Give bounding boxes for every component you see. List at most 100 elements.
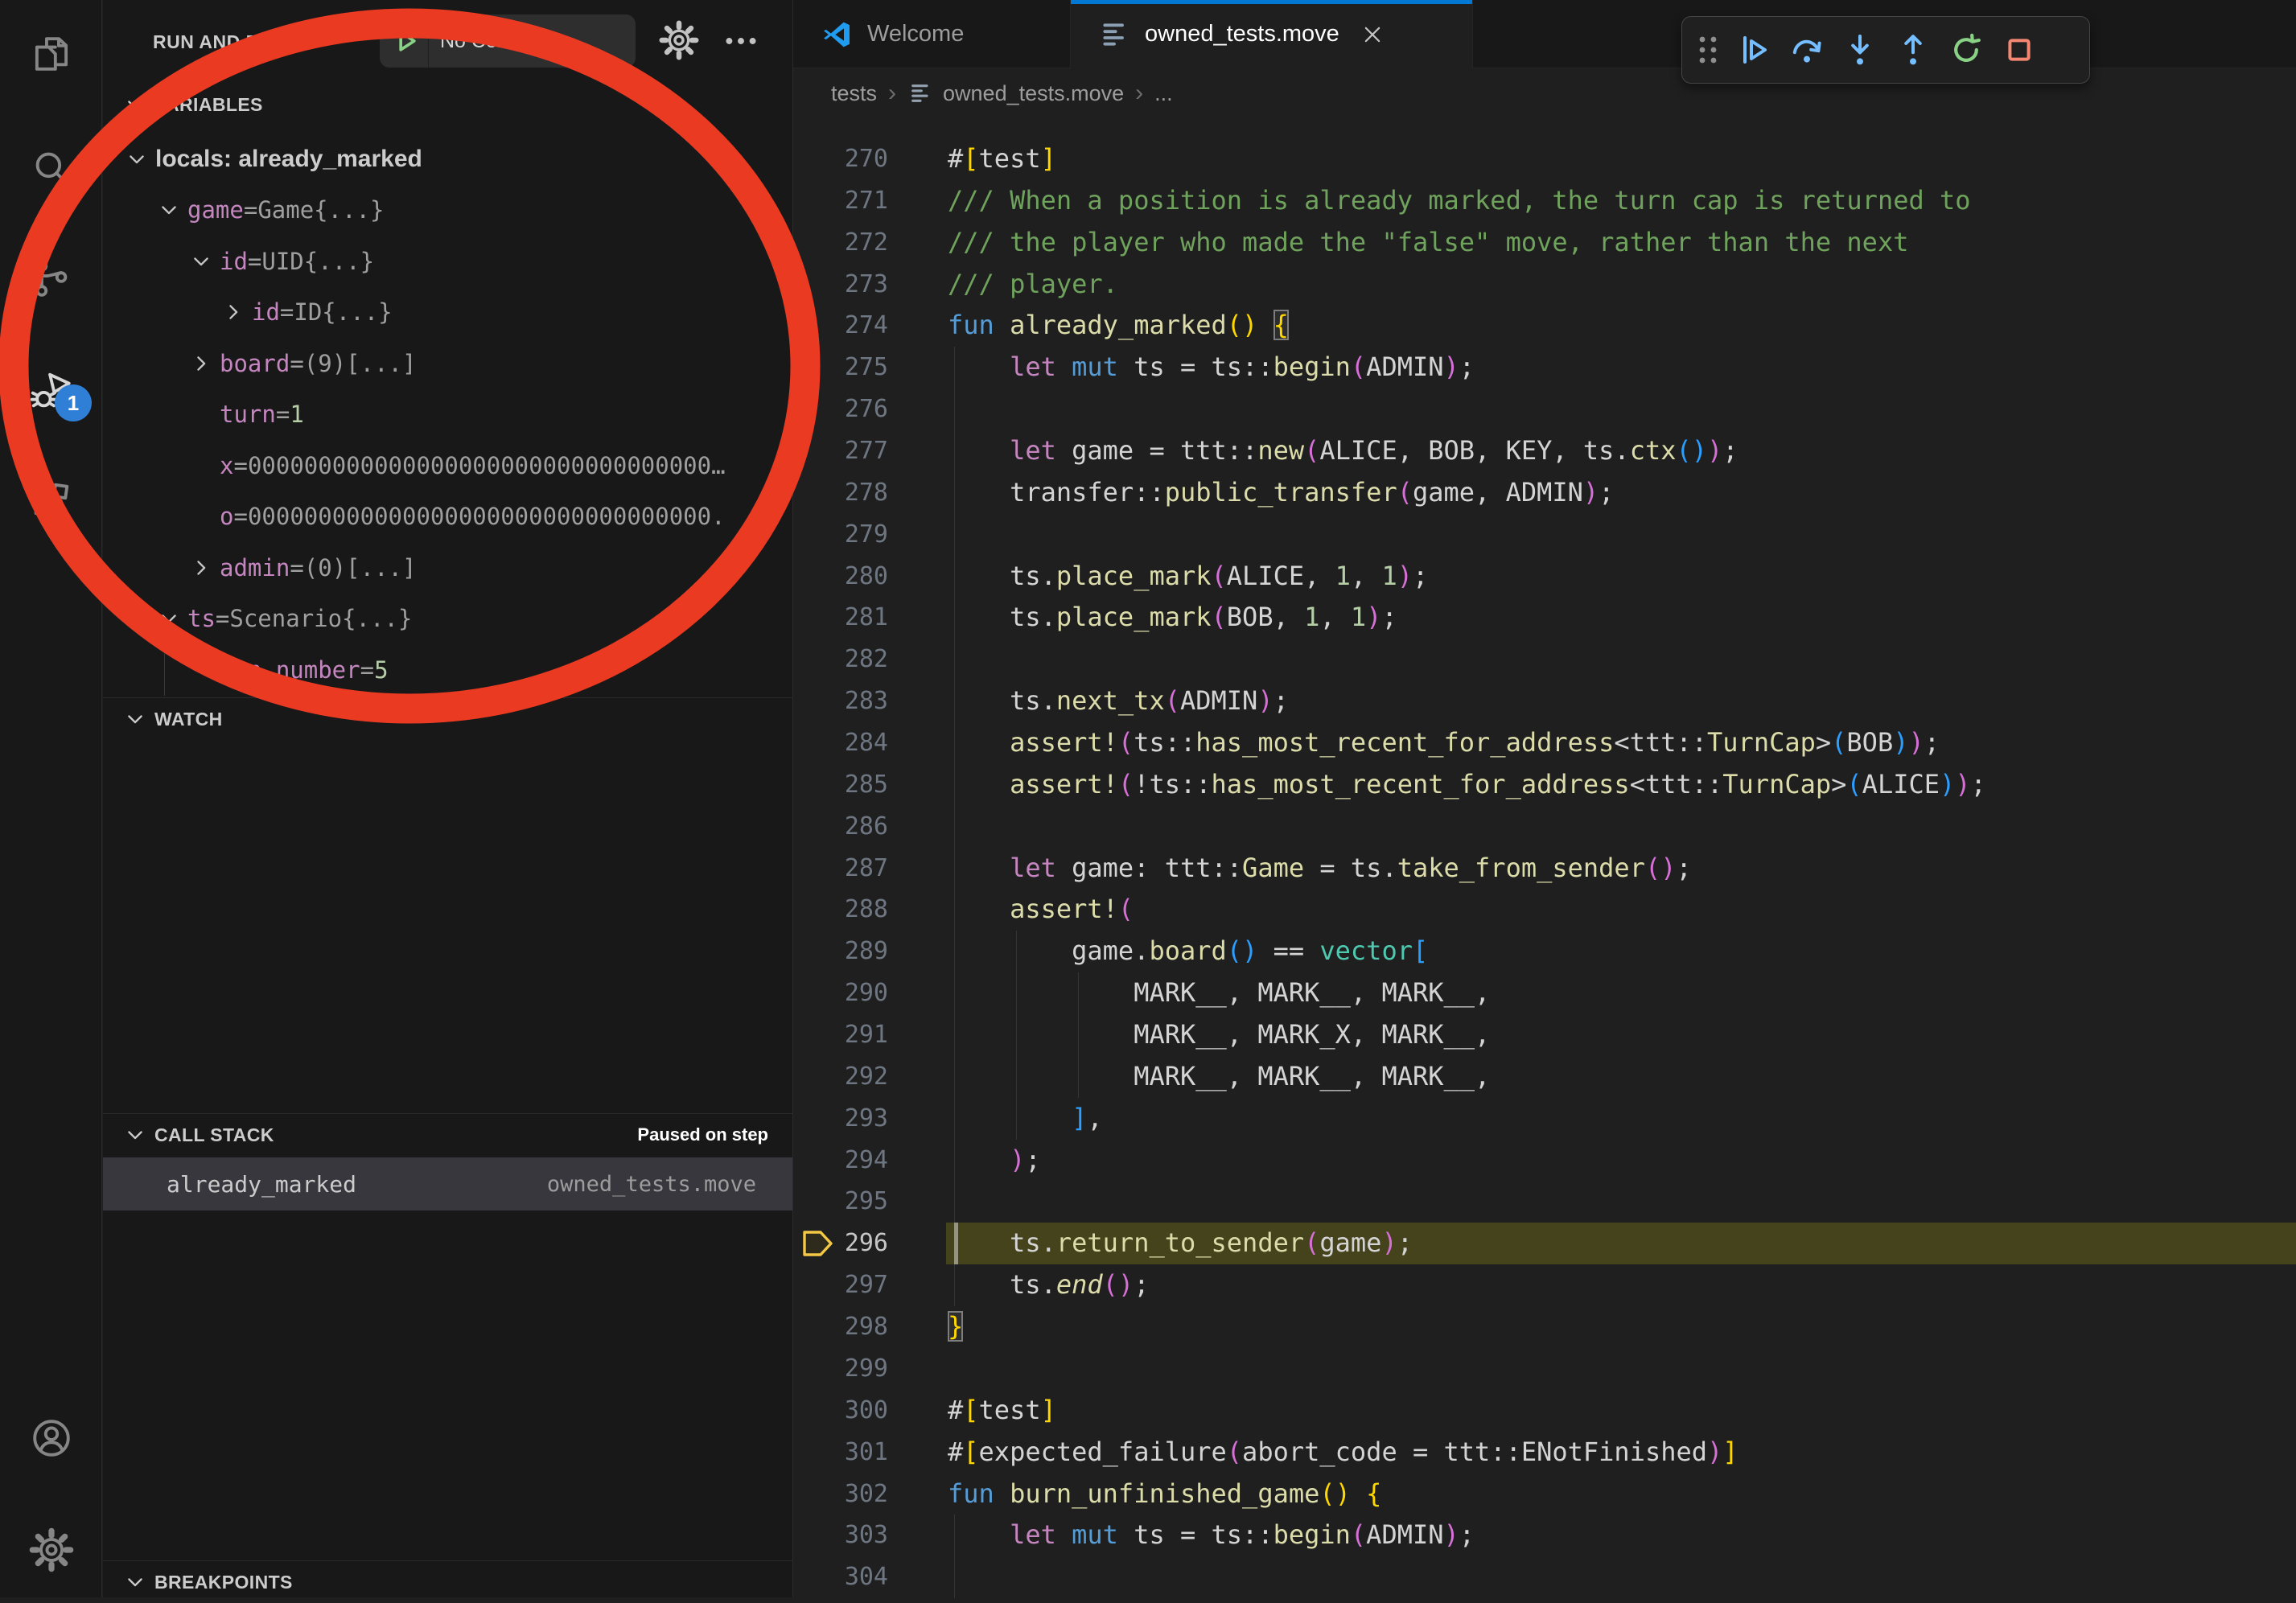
- continue-button[interactable]: [1727, 23, 1780, 77]
- gutter[interactable]: 296: [793, 1223, 914, 1264]
- activity-source-control-icon[interactable]: [0, 240, 102, 317]
- call-stack-section-header[interactable]: CALL STACK Paused on step: [103, 1114, 792, 1156]
- code-text[interactable]: let game: ttt::Game = ts.take_from_sende…: [914, 848, 2296, 890]
- gutter[interactable]: 293: [793, 1098, 914, 1140]
- code-text[interactable]: /// player.: [914, 264, 2296, 306]
- variable-row[interactable]: game = Game{...}: [103, 185, 792, 236]
- tab-owned-tests-move[interactable]: owned_tests.move: [1071, 0, 1473, 68]
- call-stack-frame-row[interactable]: already_marked owned_tests.move: [103, 1157, 792, 1210]
- gutter[interactable]: 288: [793, 889, 914, 931]
- breadcrumb-item[interactable]: ...: [1154, 81, 1173, 106]
- variable-row[interactable]: board = (9)[...]: [103, 338, 792, 389]
- code-text[interactable]: let game = ttt::new(ALICE, BOB, KEY, ts.…: [914, 430, 2296, 472]
- gutter[interactable]: 299: [793, 1348, 914, 1390]
- code-text[interactable]: [914, 639, 2296, 680]
- gutter[interactable]: 281: [793, 597, 914, 639]
- code-text[interactable]: let mut ts = ts::begin(ADMIN);: [914, 347, 2296, 388]
- gutter[interactable]: 275: [793, 347, 914, 388]
- code-text[interactable]: #[test]: [914, 1390, 2296, 1432]
- gutter[interactable]: 270: [793, 138, 914, 180]
- step-out-button[interactable]: [1887, 23, 1940, 77]
- restart-button[interactable]: [1940, 23, 1993, 77]
- code-text[interactable]: MARK__, MARK__, MARK__,: [914, 972, 2296, 1014]
- gutter[interactable]: 298: [793, 1306, 914, 1348]
- gutter[interactable]: 289: [793, 931, 914, 972]
- gutter[interactable]: 279: [793, 514, 914, 556]
- breadcrumb-item[interactable]: tests: [831, 81, 877, 106]
- start-debugging-icon[interactable]: [389, 25, 422, 57]
- code-text[interactable]: [914, 514, 2296, 556]
- activity-run-and-debug-icon[interactable]: 1: [0, 352, 102, 430]
- gutter[interactable]: 273: [793, 264, 914, 306]
- config-dropdown-label[interactable]: No Configur: [440, 30, 547, 53]
- code-text[interactable]: /// When a position is already marked, t…: [914, 180, 2296, 222]
- code-text[interactable]: #[expected_failure(abort_code = ttt::ENo…: [914, 1432, 2296, 1474]
- gutter[interactable]: 284: [793, 722, 914, 764]
- gutter[interactable]: 292: [793, 1056, 914, 1098]
- code-text[interactable]: game.board() == vector[: [914, 931, 2296, 972]
- code-text[interactable]: fun already_marked() {: [914, 305, 2296, 347]
- variable-row[interactable]: o = 000000000000000000000000000000000.: [103, 491, 792, 543]
- variables-section-header[interactable]: VARIABLES: [103, 84, 792, 125]
- breakpoints-section-header[interactable]: BREAKPOINTS: [103, 1561, 792, 1603]
- code-text[interactable]: /// the player who made the "false" move…: [914, 222, 2296, 264]
- gutter[interactable]: 300: [793, 1390, 914, 1432]
- gutter[interactable]: 302: [793, 1474, 914, 1515]
- variable-row[interactable]: turn = 1: [103, 389, 792, 441]
- variable-row[interactable]: admin = (0)[...]: [103, 542, 792, 594]
- code-text[interactable]: [914, 1181, 2296, 1223]
- debug-config-dropdown[interactable]: No Configur: [380, 14, 636, 68]
- gutter[interactable]: 272: [793, 222, 914, 264]
- code-text[interactable]: transfer::public_transfer(game, ADMIN);: [914, 472, 2296, 514]
- code-text[interactable]: ts.place_mark(BOB, 1, 1);: [914, 597, 2296, 639]
- code-text[interactable]: MARK__, MARK_X, MARK__,: [914, 1014, 2296, 1056]
- gutter[interactable]: 295: [793, 1181, 914, 1223]
- breadcrumb-item[interactable]: owned_tests.move: [943, 81, 1124, 106]
- gear-icon[interactable]: [658, 19, 700, 61]
- code-text[interactable]: ts.return_to_sender(game);: [914, 1223, 2296, 1264]
- stop-button[interactable]: [1993, 23, 2046, 77]
- code-text[interactable]: );: [914, 1140, 2296, 1182]
- gutter[interactable]: 274: [793, 305, 914, 347]
- code-text[interactable]: assert!(: [914, 889, 2296, 931]
- gutter[interactable]: 297: [793, 1264, 914, 1306]
- gutter[interactable]: 280: [793, 556, 914, 598]
- code-text[interactable]: [914, 1348, 2296, 1390]
- activity-search-icon[interactable]: [0, 129, 102, 207]
- code-text[interactable]: }: [914, 1306, 2296, 1348]
- code-text[interactable]: [914, 1556, 2296, 1598]
- code-text[interactable]: MARK__, MARK__, MARK__,: [914, 1056, 2296, 1098]
- watch-section-header[interactable]: WATCH: [103, 698, 792, 740]
- variable-row[interactable]: ts = Scenario{...}: [103, 594, 792, 645]
- gutter[interactable]: 278: [793, 472, 914, 514]
- step-into-button[interactable]: [1833, 23, 1887, 77]
- more-actions-icon[interactable]: [721, 21, 761, 61]
- code-text[interactable]: let mut ts = ts::begin(ADMIN);: [914, 1515, 2296, 1556]
- code-text[interactable]: [914, 806, 2296, 848]
- code-text[interactable]: assert!(!ts::has_most_recent_for_address…: [914, 764, 2296, 806]
- code-text[interactable]: ts.next_tx(ADMIN);: [914, 680, 2296, 722]
- gutter[interactable]: 276: [793, 388, 914, 430]
- gutter[interactable]: 286: [793, 806, 914, 848]
- code-text[interactable]: ts.place_mark(ALICE, 1, 1);: [914, 556, 2296, 598]
- variable-scope-row[interactable]: locals: already_marked: [103, 134, 792, 185]
- activity-settings-gear-icon[interactable]: [0, 1511, 102, 1589]
- activity-extensions-icon[interactable]: [0, 465, 102, 542]
- variable-row[interactable]: x = 000000000000000000000000000000000…: [103, 440, 792, 491]
- drag-handle[interactable]: [1689, 23, 1727, 77]
- close-icon[interactable]: [1360, 23, 1385, 47]
- code-text[interactable]: ],: [914, 1098, 2296, 1140]
- gutter[interactable]: 301: [793, 1432, 914, 1474]
- gutter[interactable]: 303: [793, 1515, 914, 1556]
- gutter[interactable]: 285: [793, 764, 914, 806]
- gutter[interactable]: 287: [793, 848, 914, 890]
- gutter[interactable]: 290: [793, 972, 914, 1014]
- code-text[interactable]: fun burn_unfinished_game() {: [914, 1474, 2296, 1515]
- gutter[interactable]: 291: [793, 1014, 914, 1056]
- gutter[interactable]: 283: [793, 680, 914, 722]
- tab-welcome[interactable]: Welcome: [793, 0, 1071, 68]
- step-over-button[interactable]: [1780, 23, 1833, 77]
- code-text[interactable]: ts.end();: [914, 1264, 2296, 1306]
- activity-explorer-icon[interactable]: [0, 15, 102, 92]
- gutter[interactable]: 294: [793, 1140, 914, 1182]
